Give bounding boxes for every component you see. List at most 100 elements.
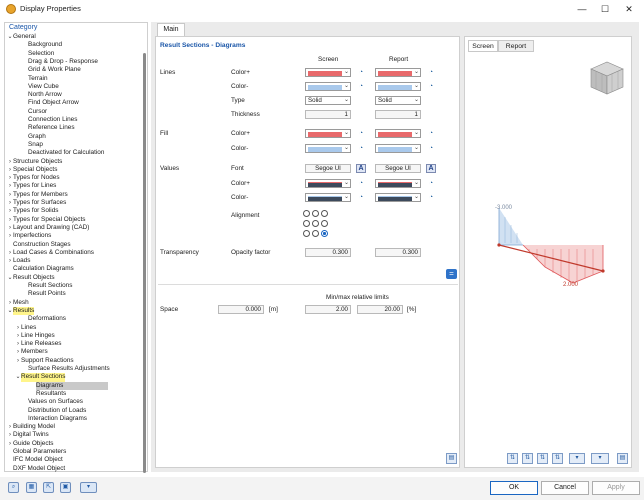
color-picker-icon[interactable]: ◔ <box>426 129 436 138</box>
tree-item[interactable]: Layout and Drawing (CAD) <box>13 224 89 232</box>
color-picker-icon[interactable]: ◔ <box>426 68 436 77</box>
color-picker-icon[interactable]: ◔ <box>426 179 436 188</box>
tree-item[interactable]: Result Points <box>28 290 66 298</box>
tree-item[interactable]: General <box>13 33 36 41</box>
tree-item[interactable]: Selection <box>28 50 54 58</box>
min-limit-input[interactable]: 2.00 <box>305 305 351 314</box>
fill-color-minus-screen[interactable]: ⌄ <box>305 144 351 153</box>
equals-icon[interactable]: = <box>446 269 457 279</box>
alignment-radio[interactable] <box>303 230 310 237</box>
tree-item[interactable]: Background <box>28 41 62 49</box>
values-color-plus-report[interactable]: ⌄ <box>375 179 421 188</box>
alignment-radio[interactable] <box>312 220 319 227</box>
font-screen-button[interactable]: A <box>356 164 366 173</box>
lines-color-plus-screen[interactable]: ⌄ <box>305 68 351 77</box>
alignment-radio[interactable] <box>303 210 310 217</box>
max-limit-input[interactable]: 20.00 <box>357 305 403 314</box>
thickness-screen-input[interactable]: 1 <box>305 110 351 119</box>
tree-item[interactable]: Result Sections <box>28 282 72 290</box>
tree-item[interactable]: Types for Surfaces <box>13 199 66 207</box>
tree-item[interactable]: Loads <box>13 257 30 265</box>
tree-item[interactable]: Surface Results Adjustments <box>28 365 110 373</box>
alignment-radio[interactable] <box>312 210 319 217</box>
lines-color-minus-report[interactable]: ⌄ <box>375 82 421 91</box>
preview-tab-report[interactable]: Report <box>498 40 534 52</box>
tree-item[interactable]: Diagrams <box>36 381 108 390</box>
options-icon[interactable]: ▾ <box>80 482 97 493</box>
view-x-icon[interactable]: ⇅ <box>507 453 518 464</box>
print-icon[interactable]: ▤ <box>617 453 628 464</box>
tree-item[interactable]: Line Hinges <box>21 332 55 340</box>
lines-type-report[interactable]: Solid ⌄ <box>375 96 421 105</box>
tree-item[interactable]: Deformations <box>28 315 66 323</box>
maximize-button[interactable]: ☐ <box>595 2 615 16</box>
tree-item[interactable]: Special Objects <box>13 166 57 174</box>
tree-item[interactable]: Resultants <box>36 390 66 398</box>
alignment-radio[interactable] <box>321 230 328 237</box>
minimize-button[interactable]: — <box>572 2 592 16</box>
color-picker-icon[interactable]: ◔ <box>356 179 366 188</box>
tree-item[interactable]: Types for Special Objects <box>13 216 85 224</box>
thickness-report-input[interactable]: 1 <box>375 110 421 119</box>
values-color-plus-screen[interactable]: ⌄ <box>305 179 351 188</box>
tree-item[interactable]: Graph <box>28 133 46 141</box>
color-picker-icon[interactable]: ◔ <box>356 129 366 138</box>
spreadsheet-icon[interactable]: ▦ <box>26 482 37 493</box>
tree-item[interactable]: Interaction Diagrams <box>28 415 87 423</box>
font-report-button[interactable]: A <box>426 164 436 173</box>
tree-item[interactable]: Structure Objects <box>13 158 62 166</box>
tree-item[interactable]: Reference Lines <box>28 124 75 132</box>
tree-item[interactable]: Global Parameters <box>13 448 66 456</box>
render-mode-icon[interactable]: ▾ <box>569 453 585 464</box>
tree-item[interactable]: Guide Objects <box>13 440 54 448</box>
tree-item[interactable]: Types for Lines <box>13 182 56 190</box>
tree-item[interactable]: View Cube <box>28 83 59 91</box>
alignment-radio[interactable] <box>303 220 310 227</box>
color-picker-icon[interactable]: ◔ <box>356 144 366 153</box>
tree-item[interactable]: Distribution of Loads <box>28 407 86 415</box>
tree-item[interactable]: Result Objects <box>13 274 55 282</box>
tree-item[interactable]: Connection Lines <box>28 116 77 124</box>
color-picker-icon[interactable]: ◔ <box>356 193 366 202</box>
tree-item[interactable]: Grid & Work Plane <box>28 66 81 74</box>
export-icon[interactable]: ⇱ <box>43 482 54 493</box>
tree-item[interactable]: Results <box>13 306 35 316</box>
tree-item[interactable]: Digital Twins <box>13 431 49 439</box>
tree-item[interactable]: Snap <box>28 141 43 149</box>
view-y-icon[interactable]: ⇅ <box>522 453 533 464</box>
tree-item[interactable]: Drag & Drop - Response <box>28 58 98 66</box>
tree-item[interactable]: Types for Nodes <box>13 174 60 182</box>
ok-button[interactable]: OK <box>490 481 538 495</box>
cancel-button[interactable]: Cancel <box>541 481 589 495</box>
preview-tab-screen[interactable]: Screen <box>468 40 498 52</box>
color-picker-icon[interactable]: ◔ <box>356 68 366 77</box>
defaults-icon[interactable]: ▤ <box>446 453 457 464</box>
tree-item[interactable]: DXF Model Object <box>13 465 65 473</box>
tree-item[interactable]: Deactivated for Calculation <box>28 149 104 157</box>
values-color-minus-report[interactable]: ⌄ <box>375 193 421 202</box>
apply-button[interactable]: Apply <box>592 481 640 495</box>
tree-item[interactable]: Terrain <box>28 75 48 83</box>
tree-item[interactable]: Mesh <box>13 299 29 307</box>
save-icon[interactable]: ▣ <box>60 482 71 493</box>
tree-item[interactable]: Types for Members <box>13 191 68 199</box>
font-screen-field[interactable]: Segoe UI <box>305 164 351 173</box>
tree-item[interactable]: IFC Model Object <box>13 456 63 464</box>
tree-item[interactable]: Lines <box>21 324 36 332</box>
font-report-field[interactable]: Segoe UI <box>375 164 421 173</box>
color-picker-icon[interactable]: ◔ <box>426 144 436 153</box>
tree-item[interactable]: Calculation Diagrams <box>13 265 74 273</box>
tree-item[interactable]: Building Model <box>13 423 55 431</box>
fill-color-plus-report[interactable]: ⌄ <box>375 129 421 138</box>
lines-type-screen[interactable]: Solid ⌄ <box>305 96 351 105</box>
color-picker-icon[interactable]: ◔ <box>356 82 366 91</box>
tree-item[interactable]: Values on Surfaces <box>28 398 83 406</box>
color-picker-icon[interactable]: ◔ <box>426 82 436 91</box>
space-input[interactable]: 0.000 <box>218 305 264 314</box>
close-button[interactable]: ✕ <box>619 2 639 16</box>
values-color-minus-screen[interactable]: ⌄ <box>305 193 351 202</box>
display-mode-icon[interactable]: ▾ <box>591 453 609 464</box>
opacity-screen-input[interactable]: 0.300 <box>305 248 351 257</box>
tree-item[interactable]: Load Cases & Combinations <box>13 249 94 257</box>
tree-item[interactable]: Cursor <box>28 108 47 116</box>
